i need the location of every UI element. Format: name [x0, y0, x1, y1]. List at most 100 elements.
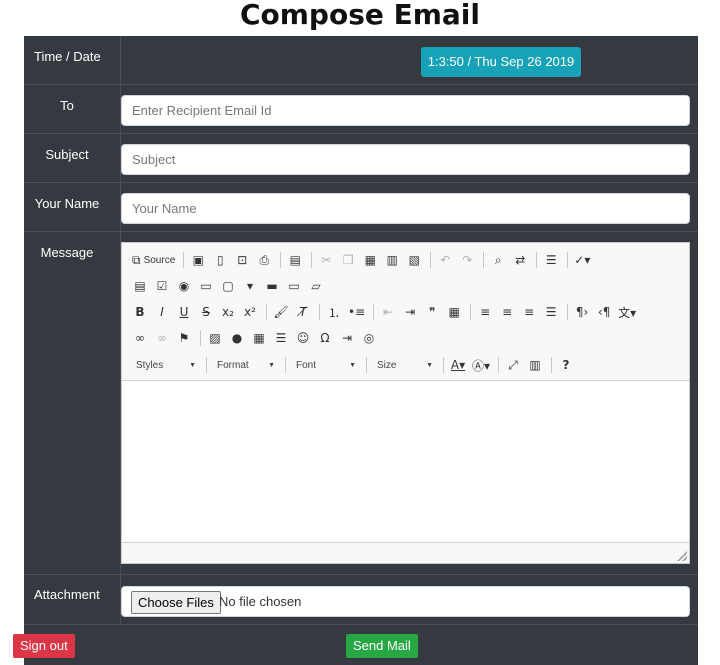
- your-name-label: Your Name: [34, 196, 100, 211]
- attachment-cell: Choose Files No file chosen: [120, 575, 698, 624]
- attachment-row: Attachment Choose Files No file chosen: [24, 575, 698, 625]
- horizontal-line-icon[interactable]: ☰: [271, 328, 291, 348]
- your-name-input[interactable]: [121, 193, 690, 224]
- help-icon[interactable]: ?: [556, 355, 576, 375]
- format-dropdown[interactable]: Format ▼: [211, 355, 281, 375]
- unlink-icon[interactable]: ∞: [152, 328, 172, 348]
- file-input[interactable]: Choose Files No file chosen: [121, 586, 690, 617]
- special-char-icon[interactable]: Ω: [315, 328, 335, 348]
- message-cell: ⧉ Source ▣ ▯ ⊡ ⎙ ▤ ✂ ❐ ▦ ▥ ▧ ↶ ↷ ⌕ ⇄ ☰ ✓…: [120, 232, 698, 574]
- toolbar-separator: [373, 304, 375, 320]
- cut-icon[interactable]: ✂: [316, 250, 336, 270]
- send-mail-button[interactable]: Send Mail: [346, 634, 418, 658]
- show-blocks-icon[interactable]: ▥: [525, 355, 545, 375]
- button-field-icon[interactable]: ▬: [262, 276, 282, 296]
- undo-icon[interactable]: ↶: [435, 250, 455, 270]
- copy-icon[interactable]: ❐: [338, 250, 358, 270]
- spellcheck-icon[interactable]: ✓▾: [572, 250, 592, 270]
- find-icon[interactable]: ⌕: [488, 250, 508, 270]
- numbered-list-icon[interactable]: ⒈: [324, 302, 344, 322]
- italic-icon[interactable]: I: [152, 302, 172, 322]
- image-icon[interactable]: ▨: [205, 328, 225, 348]
- source-icon: ⧉: [132, 252, 141, 267]
- align-center-icon[interactable]: ≡: [497, 302, 517, 322]
- subscript-icon[interactable]: x₂: [218, 302, 238, 322]
- copy-format-icon[interactable]: 🖌: [271, 302, 291, 322]
- text-field-icon[interactable]: ▭: [196, 276, 216, 296]
- print-icon[interactable]: ⎙: [254, 250, 274, 270]
- select-all-icon[interactable]: ☰: [541, 250, 561, 270]
- chevron-down-icon: ▼: [426, 361, 433, 369]
- paste-word-icon[interactable]: ▧: [404, 250, 424, 270]
- size-label: Size: [377, 359, 397, 371]
- attachment-label: Attachment: [34, 587, 100, 602]
- toolbar-separator: [266, 304, 267, 320]
- toolbar-separator: [498, 357, 500, 373]
- outdent-icon[interactable]: ⇤: [378, 302, 398, 322]
- message-body-area[interactable]: [122, 382, 689, 542]
- time-date-row: Time / Date 1:3:50 / Thu Sep 26 2019: [24, 36, 698, 85]
- iframe-icon[interactable]: ◎: [359, 328, 379, 348]
- new-page-icon[interactable]: ▯: [210, 250, 230, 270]
- flash-icon[interactable]: ●: [227, 328, 247, 348]
- redo-icon[interactable]: ↷: [457, 250, 477, 270]
- save-icon[interactable]: ▣: [188, 250, 208, 270]
- select-field-icon[interactable]: ▾: [240, 276, 260, 296]
- indent-icon[interactable]: ⇥: [400, 302, 420, 322]
- align-left-icon[interactable]: ≡: [475, 302, 495, 322]
- table-icon[interactable]: ▦: [249, 328, 269, 348]
- to-cell: [120, 85, 698, 133]
- page-break-icon[interactable]: ⇥: [337, 328, 357, 348]
- toolbar-separator: [536, 252, 538, 268]
- justify-icon[interactable]: ☰: [541, 302, 561, 322]
- resize-grip-icon[interactable]: [677, 551, 687, 561]
- remove-format-icon[interactable]: T̸: [293, 302, 313, 322]
- strikethrough-icon[interactable]: S: [196, 302, 216, 322]
- font-dropdown[interactable]: Font ▼: [290, 355, 362, 375]
- checkbox-icon[interactable]: ☑: [152, 276, 172, 296]
- your-name-row: Your Name: [24, 183, 698, 232]
- source-button[interactable]: ⧉ Source: [130, 250, 177, 270]
- templates-icon[interactable]: ▤: [285, 250, 305, 270]
- preview-icon[interactable]: ⊡: [232, 250, 252, 270]
- form-icon[interactable]: ▤: [130, 276, 150, 296]
- image-button-icon[interactable]: ▭: [284, 276, 304, 296]
- your-name-cell: [120, 183, 698, 231]
- smiley-icon[interactable]: ☺: [293, 328, 313, 348]
- div-container-icon[interactable]: ▦: [444, 302, 464, 322]
- radio-icon[interactable]: ◉: [174, 276, 194, 296]
- sign-out-button[interactable]: Sign out: [13, 634, 75, 658]
- subject-label: Subject: [45, 147, 89, 162]
- bulleted-list-icon[interactable]: •≡: [346, 302, 367, 322]
- bg-color-icon[interactable]: Ⓐ▾: [470, 355, 492, 375]
- text-color-icon[interactable]: A▾: [448, 355, 468, 375]
- compose-form: Time / Date 1:3:50 / Thu Sep 26 2019 To …: [24, 36, 698, 665]
- hidden-field-icon[interactable]: ▱: [306, 276, 326, 296]
- ltr-icon[interactable]: ¶›: [572, 302, 592, 322]
- bold-icon[interactable]: B: [130, 302, 150, 322]
- time-date-badge[interactable]: 1:3:50 / Thu Sep 26 2019: [421, 47, 581, 77]
- paste-text-icon[interactable]: ▥: [382, 250, 402, 270]
- recipient-email-input[interactable]: [121, 95, 690, 126]
- replace-icon[interactable]: ⇄: [510, 250, 530, 270]
- toolbar-separator: [470, 304, 472, 320]
- choose-files-button[interactable]: Choose Files: [131, 591, 221, 614]
- subject-input[interactable]: [121, 144, 690, 175]
- link-icon[interactable]: ∞: [130, 328, 150, 348]
- underline-icon[interactable]: U: [174, 302, 194, 322]
- align-right-icon[interactable]: ≡: [519, 302, 539, 322]
- language-icon[interactable]: 文▾: [616, 302, 638, 322]
- textarea-icon[interactable]: ▢: [218, 276, 238, 296]
- superscript-icon[interactable]: x²: [240, 302, 260, 322]
- toolbar-separator: [285, 357, 286, 373]
- paste-icon[interactable]: ▦: [360, 250, 380, 270]
- anchor-icon[interactable]: ⚑: [174, 328, 194, 348]
- toolbar-separator: [430, 252, 432, 268]
- maximize-icon[interactable]: ⤢: [503, 355, 523, 375]
- blockquote-icon[interactable]: ❞: [422, 302, 442, 322]
- toolbar-separator: [183, 252, 185, 268]
- rtl-icon[interactable]: ‹¶: [594, 302, 614, 322]
- styles-dropdown[interactable]: Styles ▼: [130, 355, 202, 375]
- size-dropdown[interactable]: Size ▼: [371, 355, 439, 375]
- page-title: Compose Email: [239, 0, 481, 31]
